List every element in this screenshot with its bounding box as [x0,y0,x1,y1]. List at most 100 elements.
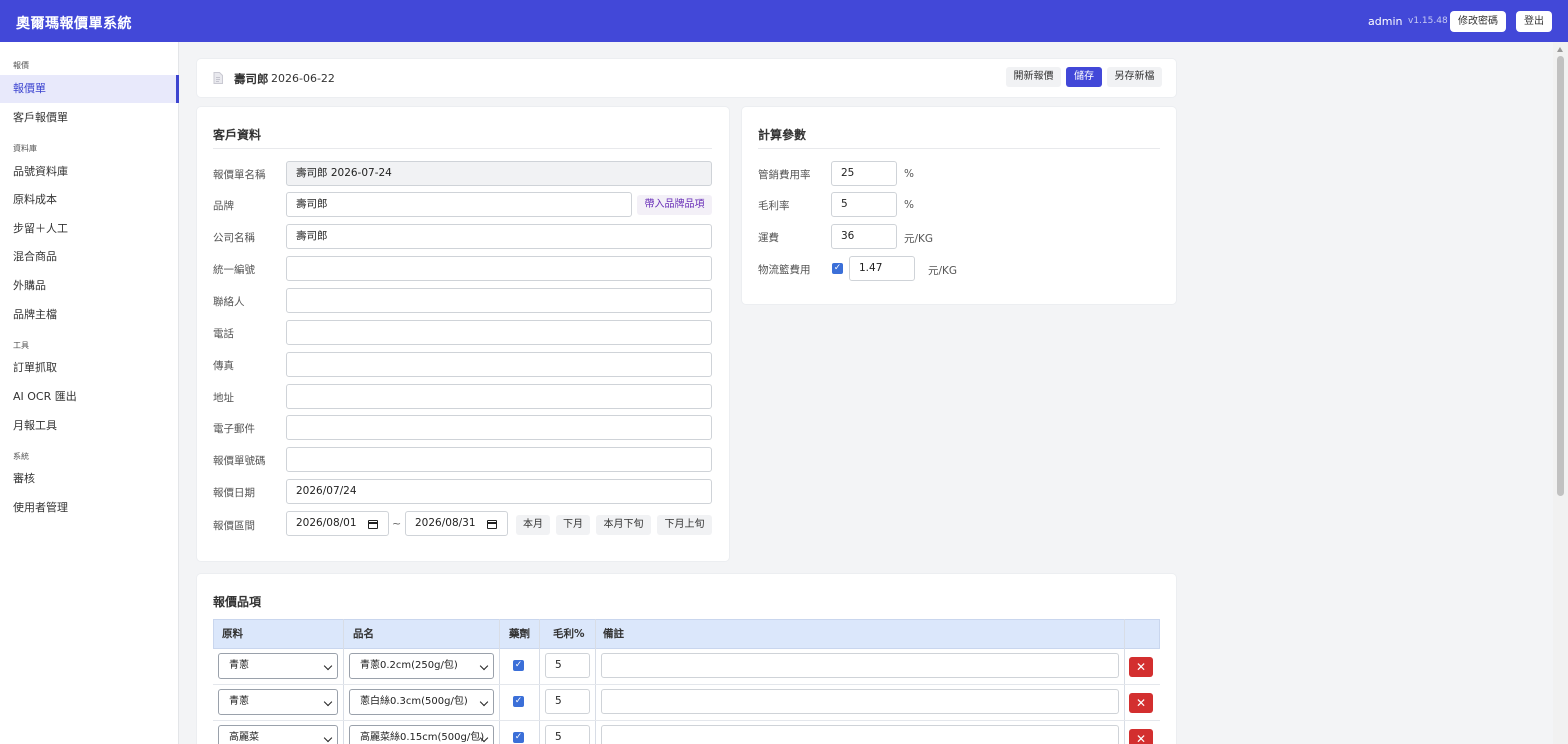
scrollbar-thumb[interactable] [1557,56,1564,496]
product-select[interactable]: 高麗菜絲0.15cm(500g/包) [349,725,494,744]
quote-number-label: 報價單號碼 [213,455,266,467]
address-field[interactable] [286,384,712,409]
note-field[interactable] [601,725,1119,744]
next-month-early-button[interactable]: 下月上旬 [657,515,712,535]
freight-label: 運費 [758,232,779,244]
material-select[interactable]: 青蔥 [218,653,338,679]
sidebar-item-mixed-goods[interactable]: 混合商品 [0,243,179,271]
this-month-button[interactable]: 本月 [516,515,550,535]
sidebar-item-monthly-report[interactable]: 月報工具 [0,412,179,440]
brand-label: 品牌 [213,200,234,212]
nav-section-tools: 工具 [13,341,29,350]
phone-field[interactable] [286,320,712,345]
address-label: 地址 [213,392,234,404]
quote-name-field[interactable]: 壽司郎 2026-07-24 [286,161,712,186]
user-name: admin [1368,15,1403,28]
next-month-button[interactable]: 下月 [556,515,590,535]
tax-id-label: 統一編號 [213,264,255,276]
sidebar-item-product-db[interactable]: 品號資料庫 [0,158,179,186]
nav-section-quote: 報價 [13,61,29,70]
quote-number-field[interactable] [286,447,712,472]
quote-date-field[interactable]: 2026/07/24 [286,479,712,504]
divider [758,148,1160,149]
agent-checkbox[interactable]: ✓ [513,696,524,707]
material-select[interactable]: 高麗菜 [218,725,338,744]
note-field[interactable] [601,653,1119,678]
period-start-field[interactable]: 2026/08/01 [286,511,389,536]
row-divider [213,684,1160,685]
row-divider [213,720,1160,721]
sidebar-item-customer-quote[interactable]: 客戶報價單 [0,104,179,132]
brand-field[interactable]: 壽司郎 [286,192,632,217]
change-password-button[interactable]: 修改密碼 [1450,11,1506,32]
page-scrollbar[interactable] [1553,42,1568,744]
sidebar-item-purchased[interactable]: 外購品 [0,272,179,300]
contact-field[interactable] [286,288,712,313]
calendar-icon[interactable] [487,520,497,529]
quote-header-title: 壽司郎 [234,72,269,86]
calendar-icon[interactable] [368,520,378,529]
email-label: 電子郵件 [213,423,255,435]
this-month-late-button[interactable]: 本月下旬 [596,515,651,535]
sidebar-item-material-cost[interactable]: 原料成本 [0,186,179,214]
save-button[interactable]: 儲存 [1066,67,1102,87]
sidebar-item-quote[interactable]: 報價單 [0,75,179,103]
delete-row-button[interactable]: ✕ [1129,729,1153,744]
sidebar-item-ai-ocr[interactable]: AI OCR 匯出 [0,383,179,411]
period-end-value: 2026/08/31 [415,517,476,529]
sidebar-item-brand-master[interactable]: 品牌主檔 [0,301,179,329]
agent-checkbox[interactable]: ✓ [513,732,524,743]
top-bar: 奧爾瑪報價單系統 admin v1.15.48 修改密碼 登出 [0,0,1568,42]
period-label: 報價區間 [213,520,255,532]
crate-fee-checkbox[interactable]: ✓ [832,263,843,274]
params-card: 計算參數 管銷費用率 25 % 毛利率 5 % 運費 36 元/KG 物流籃費用… [742,107,1176,304]
crate-fee-field[interactable]: 1.47 [849,256,915,281]
margin-field[interactable]: 5 [545,725,590,744]
sidebar-item-order-fetch[interactable]: 訂單抓取 [0,354,179,382]
margin-field[interactable]: 5 [545,689,590,714]
agent-checkbox[interactable]: ✓ [513,660,524,671]
params-card-title: 計算參數 [758,128,807,142]
material-select[interactable]: 青蔥 [218,689,338,715]
period-end-field[interactable]: 2026/08/31 [405,511,508,536]
mgmt-rate-field[interactable]: 25 [831,161,897,186]
load-brand-items-button[interactable]: 帶入品牌品項 [637,195,712,215]
fax-field[interactable] [286,352,712,377]
note-field[interactable] [601,689,1119,714]
quote-header-date: 2026-06-22 [271,72,335,85]
company-label: 公司名稱 [213,232,255,244]
product-select[interactable]: 青蔥0.2cm(250g/包) [349,653,494,679]
email-field[interactable] [286,415,712,440]
delete-row-button[interactable]: ✕ [1129,693,1153,713]
column-divider [1124,619,1125,744]
freight-field[interactable]: 36 [831,224,897,249]
margin-field[interactable]: 5 [545,653,590,678]
sidebar-item-yield-labor[interactable]: 步留＋人工 [0,215,179,243]
period-start-value: 2026/08/01 [296,517,357,529]
scroll-up-icon[interactable] [1557,47,1563,52]
gross-margin-label: 毛利率 [758,200,790,212]
column-divider [499,619,500,744]
save-as-button[interactable]: 另存新檔 [1107,67,1162,87]
nav-section-database: 資料庫 [13,144,37,153]
chevron-down-icon [323,697,333,707]
delete-row-button[interactable]: ✕ [1129,657,1153,677]
gross-margin-field[interactable]: 5 [831,192,897,217]
tax-id-field[interactable] [286,256,712,281]
gross-margin-unit: % [904,199,914,211]
column-header-note: 備註 [603,628,624,640]
quote-header-card: 壽司郎 2026-06-22 開新報價 儲存 另存新檔 [197,59,1176,97]
chevron-down-icon [479,697,489,707]
logout-button[interactable]: 登出 [1516,11,1552,32]
new-quote-button[interactable]: 開新報價 [1006,67,1061,87]
company-field[interactable]: 壽司郎 [286,224,712,249]
chevron-down-icon [323,733,333,743]
column-divider [595,619,596,744]
quote-date-label: 報價日期 [213,487,255,499]
mgmt-rate-label: 管銷費用率 [758,169,811,181]
divider [213,148,712,149]
contact-label: 聯絡人 [213,296,245,308]
sidebar-item-review[interactable]: 審核 [0,465,179,493]
product-select[interactable]: 蔥白絲0.3cm(500g/包) [349,689,494,715]
sidebar-item-user-admin[interactable]: 使用者管理 [0,494,179,522]
